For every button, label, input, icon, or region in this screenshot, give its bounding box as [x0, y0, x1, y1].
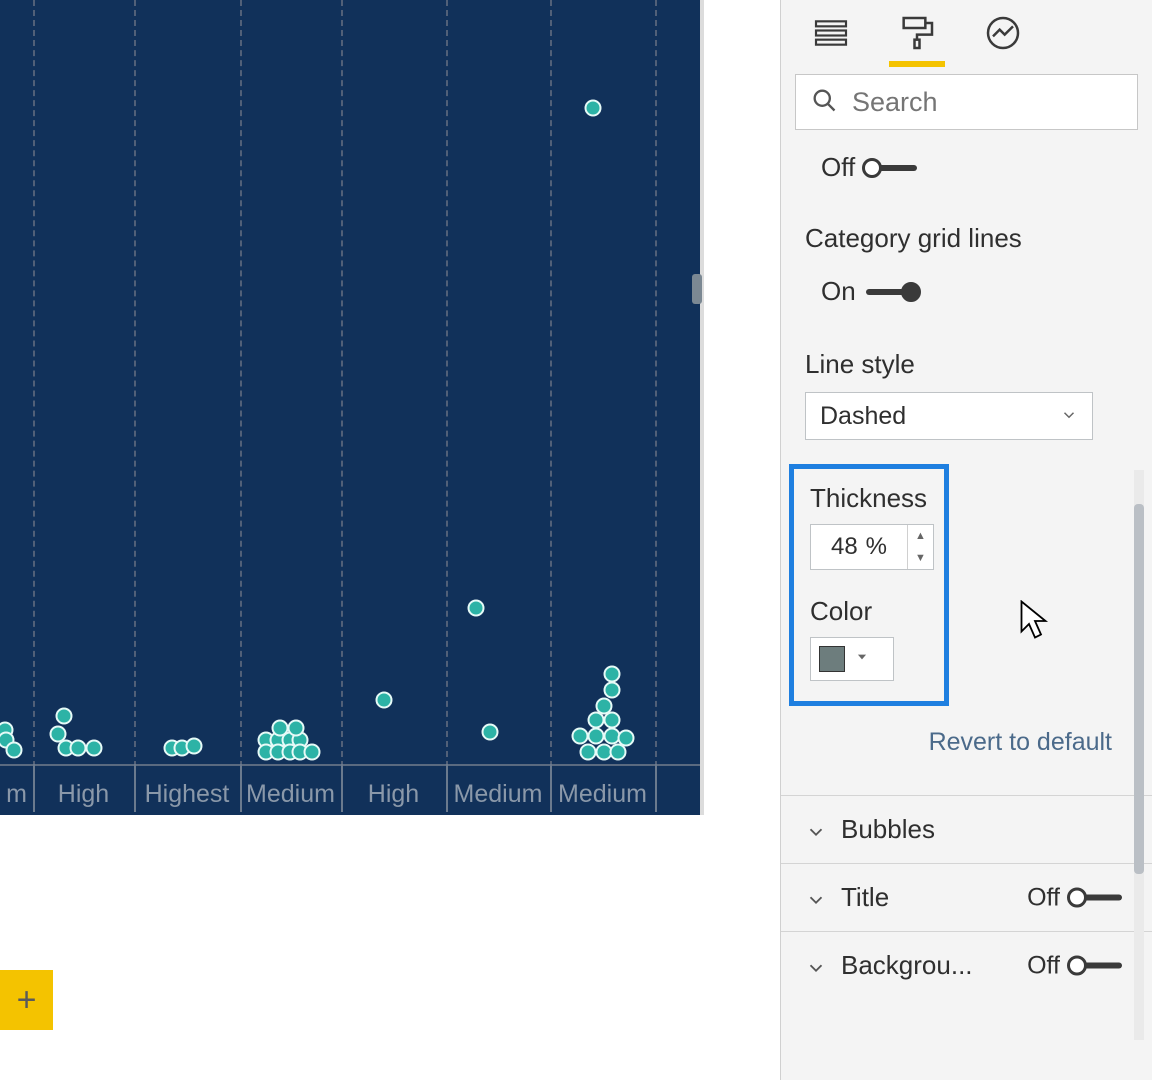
title-section-header[interactable]: Title Off [781, 863, 1152, 931]
data-bubble[interactable] [604, 682, 621, 699]
x-axis-label: Medium [558, 780, 647, 809]
paint-roller-icon [897, 13, 937, 58]
x-axis-label: Highest [145, 780, 230, 809]
analytics-icon [983, 13, 1023, 58]
color-label: Color [810, 596, 928, 627]
toggle-label: Off [1027, 883, 1060, 912]
chart-canvas-area: m High Highest Medium High Medium Medium + [0, 0, 710, 1080]
line-style-label: Line style [805, 349, 1128, 380]
x-axis-label: High [368, 780, 419, 809]
pane-scrollbar-thumb[interactable] [1134, 504, 1144, 874]
data-bubble[interactable] [482, 724, 499, 741]
x-axis-label: Medium [246, 780, 335, 809]
chevron-down-icon [805, 819, 827, 841]
format-pane: Off Category grid lines On Line style Da… [780, 0, 1152, 1080]
category-gridlines-toggle[interactable]: On [821, 276, 1128, 307]
category-gridline [240, 0, 242, 767]
x-axis-label: Medium [454, 780, 543, 809]
category-gridline [134, 0, 136, 767]
data-bubble[interactable] [6, 742, 23, 759]
thickness-color-highlight: Thickness 48 % ▲ ▼ Color [789, 464, 949, 706]
category-gridline [446, 0, 448, 767]
chart-scrollbar-thumb[interactable] [692, 274, 702, 304]
format-tab[interactable] [895, 13, 939, 57]
data-bubble[interactable] [376, 692, 393, 709]
line-style-dropdown[interactable]: Dashed [805, 392, 1093, 440]
toggle-label: On [821, 276, 856, 307]
toggle-switch[interactable] [865, 165, 917, 171]
color-swatch [819, 646, 845, 672]
fields-tab[interactable] [809, 13, 853, 57]
section-title: Backgrou... [841, 950, 973, 981]
data-bubble[interactable] [56, 708, 73, 725]
x-axis-tick [240, 764, 242, 812]
category-gridline [341, 0, 343, 767]
previous-section-toggle[interactable]: Off [821, 152, 1128, 183]
category-gridlines-heading: Category grid lines [805, 223, 1128, 254]
data-bubble[interactable] [304, 744, 321, 761]
data-bubble[interactable] [186, 738, 203, 755]
color-picker[interactable] [810, 637, 894, 681]
chevron-down-icon [805, 887, 827, 909]
data-bubble[interactable] [70, 740, 87, 757]
title-toggle[interactable]: Off [1027, 883, 1122, 912]
toggle-label: Off [821, 152, 855, 183]
fields-icon [811, 13, 851, 58]
category-gridline [33, 0, 35, 767]
category-gridline [655, 0, 657, 767]
data-bubble[interactable] [610, 744, 627, 761]
chevron-down-icon [805, 955, 827, 977]
data-bubble[interactable] [86, 740, 103, 757]
data-bubble[interactable] [572, 728, 589, 745]
analytics-tab[interactable] [981, 13, 1025, 57]
toggle-switch[interactable] [866, 289, 918, 295]
revert-to-default-link[interactable]: Revert to default [781, 706, 1152, 765]
toggle-switch[interactable] [1070, 895, 1122, 901]
data-bubble[interactable] [604, 666, 621, 683]
search-input[interactable] [838, 87, 1152, 118]
x-axis-tick [33, 764, 35, 812]
search-field[interactable] [795, 74, 1138, 130]
data-bubble[interactable] [272, 720, 289, 737]
x-axis-tick [655, 764, 657, 812]
thickness-label: Thickness [810, 483, 928, 514]
x-axis-tick [134, 764, 136, 812]
data-bubble[interactable] [604, 712, 621, 729]
thickness-value: 48 [831, 533, 858, 561]
toggle-switch[interactable] [1070, 963, 1122, 969]
background-toggle[interactable]: Off [1027, 951, 1122, 980]
caret-down-icon [855, 650, 869, 669]
spinner-down[interactable]: ▼ [908, 547, 933, 569]
chevron-down-icon [1060, 402, 1078, 431]
pane-tab-strip [781, 0, 1152, 62]
toggle-label: Off [1027, 951, 1060, 980]
bubbles-section-header[interactable]: Bubbles [781, 795, 1152, 863]
background-section-header[interactable]: Backgrou... Off [781, 931, 1152, 999]
x-axis-label: m [6, 780, 27, 809]
thickness-spinner[interactable]: 48 % ▲ ▼ [810, 524, 934, 570]
thickness-unit: % [866, 533, 887, 561]
spinner-up[interactable]: ▲ [908, 525, 933, 547]
data-bubble[interactable] [588, 728, 605, 745]
x-axis-tick [550, 764, 552, 812]
data-bubble[interactable] [288, 720, 305, 737]
data-bubble[interactable] [580, 744, 597, 761]
add-page-tab[interactable]: + [0, 970, 53, 1030]
data-bubble[interactable] [588, 712, 605, 729]
line-style-value: Dashed [820, 402, 906, 431]
dot-plot-chart[interactable]: m High Highest Medium High Medium Medium [0, 0, 704, 815]
section-title: Bubbles [841, 814, 935, 845]
search-icon [810, 86, 838, 119]
data-bubble[interactable] [468, 600, 485, 617]
section-title: Title [841, 882, 889, 913]
data-bubble[interactable] [585, 100, 602, 117]
x-axis-tick [341, 764, 343, 812]
x-axis-baseline [0, 764, 700, 766]
x-axis-tick [446, 764, 448, 812]
x-axis-label: High [58, 780, 109, 809]
category-gridline [550, 0, 552, 767]
